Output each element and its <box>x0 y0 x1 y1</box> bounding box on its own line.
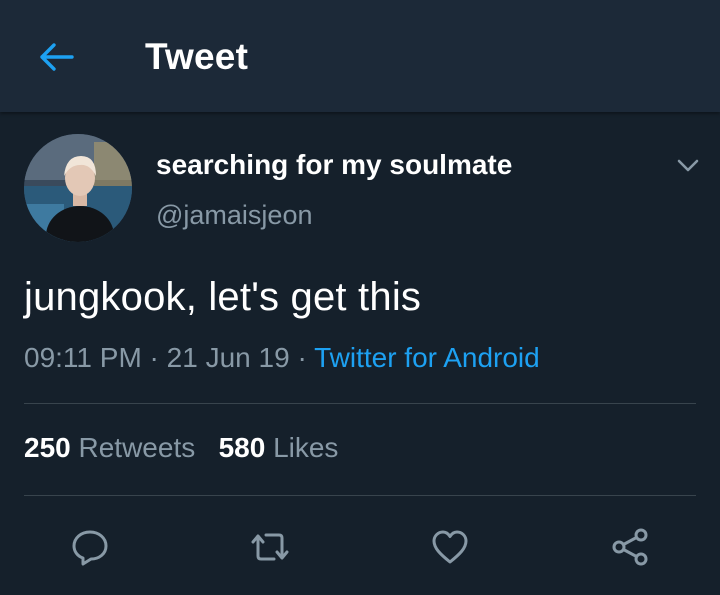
share-button[interactable] <box>600 517 660 577</box>
retweets-stat[interactable]: 250 Retweets <box>24 432 195 463</box>
back-button[interactable] <box>32 36 80 78</box>
page-title: Tweet <box>145 36 249 77</box>
chevron-down-icon <box>677 159 699 172</box>
more-options-button[interactable] <box>672 152 704 180</box>
tweet-source-link[interactable]: Twitter for Android <box>314 342 540 373</box>
like-button[interactable] <box>420 517 480 577</box>
retweet-label: Retweets <box>78 432 196 463</box>
divider <box>24 403 696 404</box>
tweet-text: jungkook, let's get this <box>24 275 422 319</box>
reply-button[interactable] <box>60 517 120 577</box>
tweet-stats: 250 Retweets 580 Likes <box>24 432 338 464</box>
divider <box>24 495 696 496</box>
author-name[interactable]: searching for my soulmate <box>156 149 512 181</box>
retweet-count: 250 <box>24 432 71 463</box>
avatar-image <box>24 134 132 242</box>
tweet-date: 21 Jun 19 <box>166 342 290 373</box>
share-icon <box>612 528 648 566</box>
meta-separator: · <box>289 342 315 373</box>
top-app-bar: Tweet <box>0 0 720 112</box>
reply-icon <box>72 530 108 566</box>
heart-icon <box>432 530 468 564</box>
tweet-meta: 09:11 PM · 21 Jun 19 · Twitter for Andro… <box>24 342 540 374</box>
avatar[interactable] <box>24 134 132 242</box>
arrow-left-icon <box>40 43 74 71</box>
like-label: Likes <box>273 432 339 463</box>
tweet-actions <box>0 517 720 577</box>
like-count: 580 <box>218 432 266 463</box>
retweet-button[interactable] <box>240 517 300 577</box>
tweet: searching for my soulmate @jamaisjeon ju… <box>0 112 720 595</box>
tweet-detail-screen: Tweet searching for my soulmate @jamaisj… <box>0 0 720 595</box>
tweet-time: 09:11 PM <box>24 342 142 373</box>
likes-stat[interactable]: 580 Likes <box>219 432 339 463</box>
author-handle[interactable]: @jamaisjeon <box>156 200 312 231</box>
meta-separator: · <box>141 342 167 373</box>
retweet-icon <box>251 533 289 561</box>
